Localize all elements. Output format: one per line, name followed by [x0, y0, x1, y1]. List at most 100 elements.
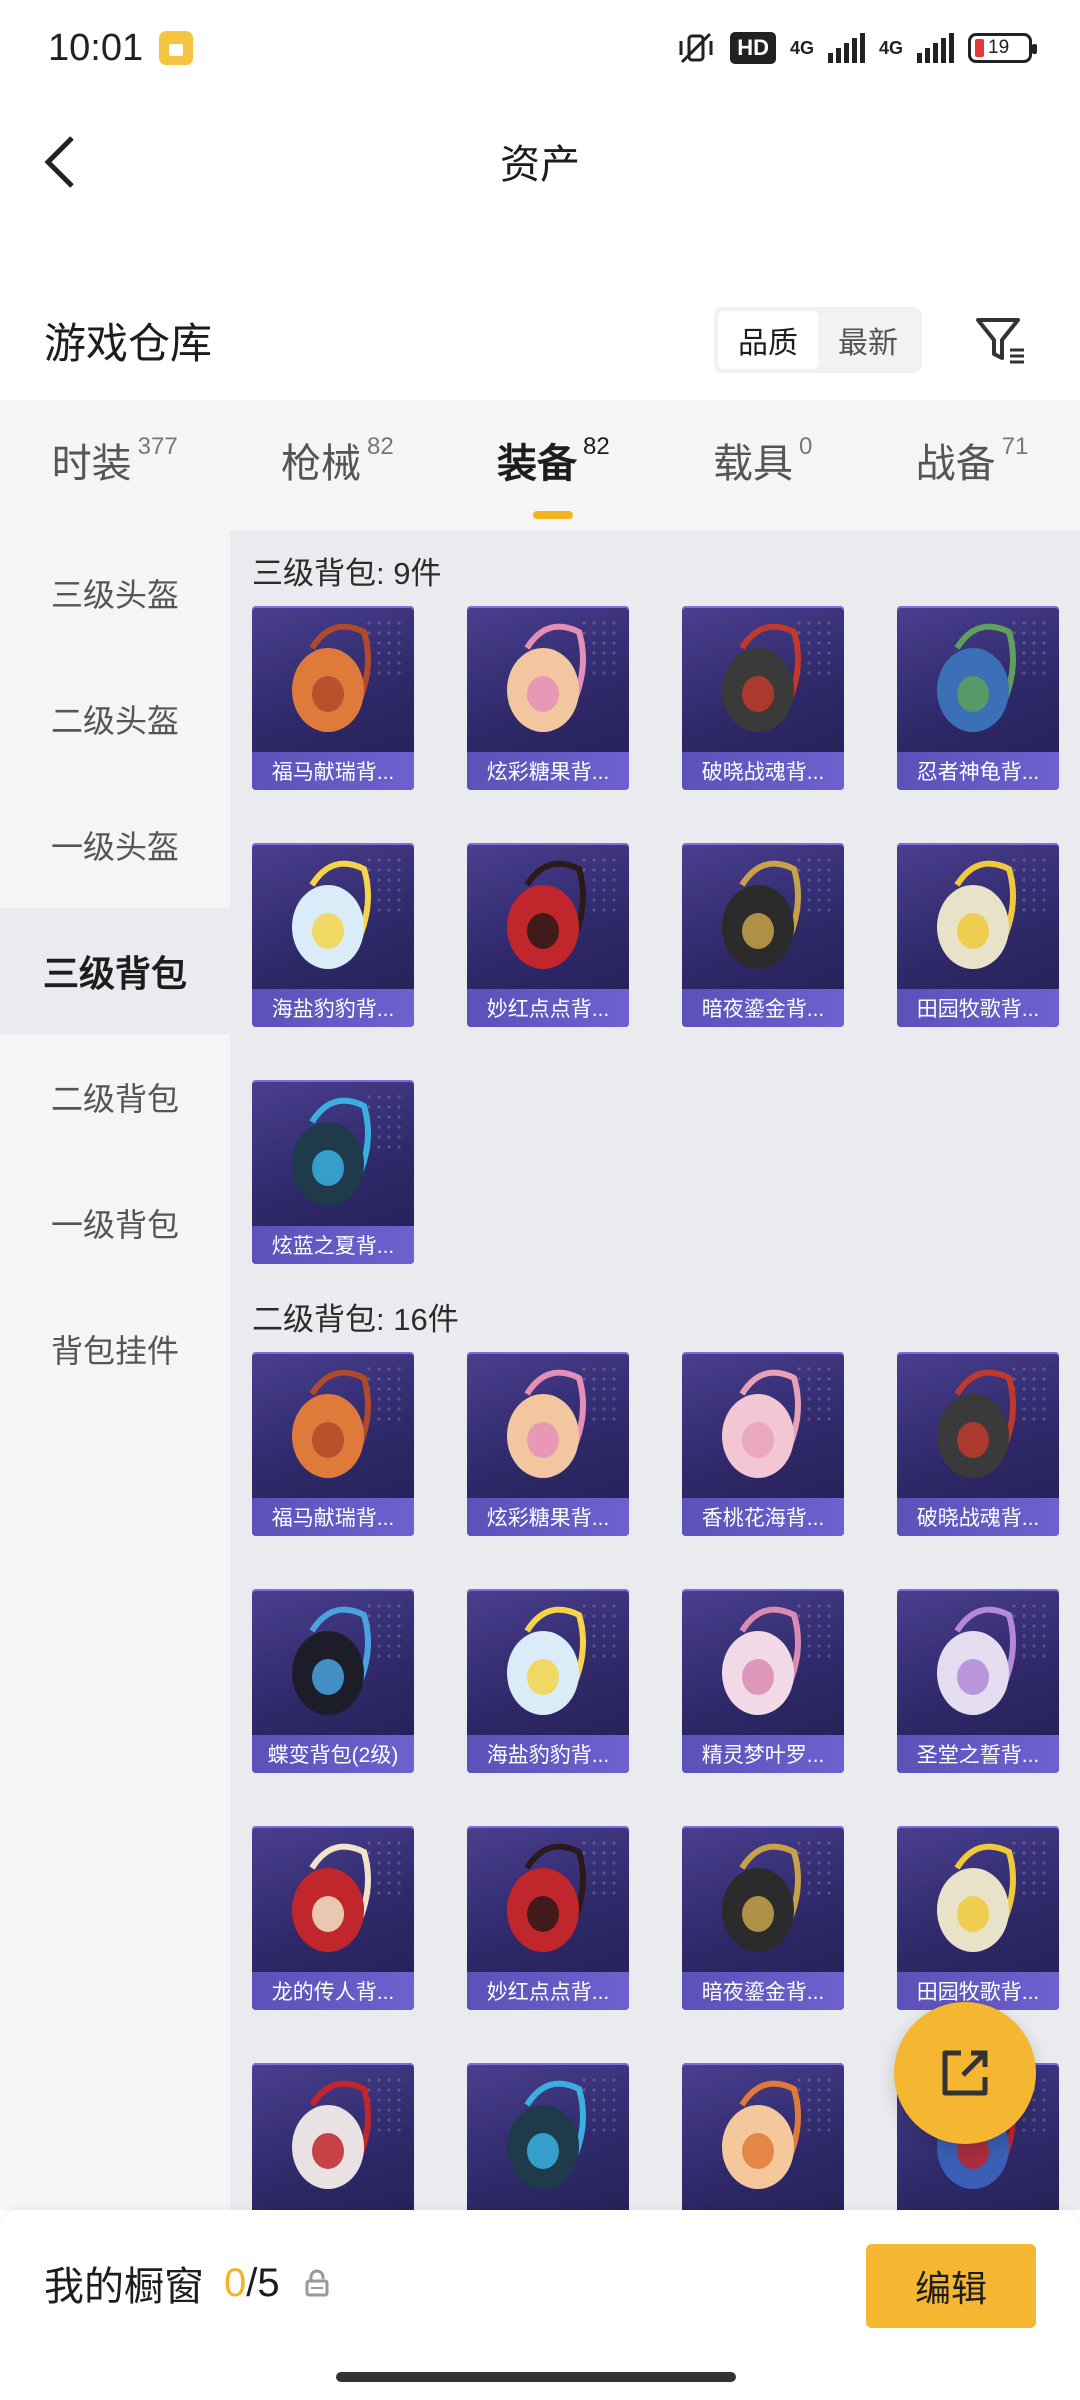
- item-name: 妙红点点背...: [467, 989, 629, 1027]
- item-name: 海盐豹豹背...: [252, 989, 414, 1027]
- armor-backpack-icon: [722, 623, 801, 732]
- battery-icon: 19: [968, 33, 1037, 63]
- item-card[interactable]: 暗夜鎏金背...: [682, 1826, 844, 2010]
- item-list[interactable]: 三级背包: 9件 福马献瑞背... 炫彩糖果背... 破晓战魂背... 忍者神龟背...…: [230, 530, 1080, 2210]
- item-name: 破晓战魂背...: [897, 1498, 1059, 1536]
- item-card[interactable]: 破晓战魂背...: [682, 606, 844, 790]
- item-name: 香桃花海背...: [682, 1498, 844, 1536]
- page-title: 资产: [500, 143, 580, 187]
- pink-backpack-icon: [722, 1369, 801, 1478]
- item-name: 龙的传人背...: [252, 1972, 414, 2010]
- item-card[interactable]: 炫彩糖果背...: [467, 1352, 629, 1536]
- active-tab-indicator: [533, 511, 574, 519]
- sort-toggle: 品质 最新: [714, 307, 922, 373]
- donut-backpack-icon: [507, 623, 586, 732]
- tab-label: 时装: [51, 442, 132, 486]
- showcase-count: 0: [224, 2260, 247, 2305]
- item-card[interactable]: 妙红点点背...: [467, 843, 629, 1027]
- home-indicator[interactable]: [336, 2372, 736, 2382]
- blue-backpack-icon: [507, 2080, 586, 2189]
- item-name: 蝶变背包(2级): [252, 1735, 414, 1773]
- item-card[interactable]: 圣堂之誓背...: [897, 1589, 1059, 1773]
- section-title: 二级背包: 16件: [252, 1302, 459, 1337]
- network-type-1: 4G: [789, 37, 814, 58]
- dark-gold-backpack-icon: [722, 1843, 801, 1952]
- item-card[interactable]: 暗夜鎏金背...: [682, 843, 844, 1027]
- signal-2-icon: [917, 33, 954, 63]
- battery-level: [975, 39, 984, 57]
- item-card[interactable]: 香桃花海背...: [682, 1352, 844, 1536]
- ladybug-backpack-icon: [507, 1843, 586, 1952]
- sidebar-item-level1-helmet[interactable]: 一级头盔: [0, 782, 230, 908]
- sort-newest-option[interactable]: 最新: [818, 311, 918, 369]
- section-title: 三级背包: 9件: [252, 556, 442, 591]
- status-time: 10:01: [48, 26, 144, 69]
- tab-vehicles[interactable]: 载具 0: [713, 431, 812, 499]
- item-card[interactable]: 龙的传人背...: [252, 1826, 414, 2010]
- item-name: 炫彩糖果背...: [467, 752, 629, 790]
- sort-quality-option[interactable]: 品质: [718, 311, 818, 369]
- edit-button[interactable]: 编辑: [866, 2244, 1036, 2328]
- orange-round-backpack-icon: [722, 2080, 801, 2189]
- mute-vibrate-icon: [676, 31, 716, 65]
- tab-firearms[interactable]: 枪械 82: [281, 431, 394, 499]
- tab-count: 377: [137, 433, 178, 460]
- red-backpack-icon: [292, 1843, 371, 1952]
- item-name: 田园牧歌背...: [897, 989, 1059, 1027]
- app-lock-icon: [159, 31, 194, 65]
- item-card[interactable]: 田园牧歌背...: [897, 1826, 1059, 2010]
- item-card[interactable]: 海盐豹豹背...: [252, 843, 414, 1027]
- item-name: 福马献瑞背...: [252, 752, 414, 790]
- turtle-backpack-icon: [937, 623, 1016, 732]
- hd-badge: HD: [730, 32, 776, 64]
- network-type-2: 4G: [878, 37, 903, 58]
- tab-label: 载具: [712, 442, 793, 486]
- sidebar-item-level3-helmet[interactable]: 三级头盔: [0, 530, 230, 656]
- sidebar-item-level2-helmet[interactable]: 二级头盔: [0, 656, 230, 782]
- item-card[interactable]: [467, 2063, 629, 2210]
- item-card[interactable]: 忍者神龟背...: [897, 606, 1059, 790]
- sidebar-item-level1-backpack[interactable]: 一级背包: [0, 1160, 230, 1286]
- item-card[interactable]: [682, 2063, 844, 2210]
- tab-label: 战备: [915, 442, 996, 486]
- share-button[interactable]: [894, 2002, 1036, 2144]
- item-name: 精灵梦叶罗...: [682, 1735, 844, 1773]
- item-card[interactable]: 精灵梦叶罗...: [682, 1589, 844, 1773]
- category-tabs: 时装 377 枪械 82 装备 82 载具 0 战备 71: [0, 400, 1080, 530]
- warehouse-row: 游戏仓库 品质 最新: [0, 290, 1080, 390]
- item-card[interactable]: 蝶变背包(2级): [252, 1589, 414, 1773]
- sidebar-item-level3-backpack[interactable]: 三级背包: [0, 908, 230, 1034]
- armor-backpack-icon: [937, 1369, 1016, 1478]
- battery-percent: 19: [988, 37, 1010, 58]
- tab-count: 82: [582, 433, 610, 460]
- item-card[interactable]: 福马献瑞背...: [252, 606, 414, 790]
- butterfly-backpack-icon: [292, 1606, 371, 1715]
- item-grid: 福马献瑞背... 炫彩糖果背... 破晓战魂背... 忍者神龟背... 海盐豹豹背...…: [252, 606, 1080, 1264]
- sidebar-item-backpack-charm[interactable]: 背包挂件: [0, 1286, 230, 1412]
- item-card[interactable]: 炫彩糖果背...: [467, 606, 629, 790]
- item-name: 暗夜鎏金背...: [682, 1972, 844, 2010]
- rabbit-backpack-icon: [292, 1369, 371, 1478]
- tab-gear[interactable]: 战备 71: [916, 431, 1029, 499]
- seal-backpack-icon: [507, 1606, 586, 1715]
- filter-icon: [976, 318, 1024, 364]
- filter-button[interactable]: [970, 310, 1030, 370]
- back-button[interactable]: [36, 132, 96, 192]
- signal-1-icon: [827, 33, 865, 63]
- tab-equipment[interactable]: 装备 82: [497, 431, 610, 519]
- item-card[interactable]: [252, 2063, 414, 2210]
- item-card[interactable]: 福马献瑞背...: [252, 1352, 414, 1536]
- ladybug-backpack-icon: [507, 860, 586, 969]
- tab-fashion[interactable]: 时装 377: [52, 431, 178, 499]
- sidebar-item-level2-backpack[interactable]: 二级背包: [0, 1034, 230, 1160]
- item-card[interactable]: 破晓战魂背...: [897, 1352, 1059, 1536]
- status-bar: 10:01 HD 4G 4G 19: [0, 0, 1080, 96]
- blue-backpack-icon: [292, 1097, 371, 1206]
- showcase-separator: /: [246, 2260, 258, 2305]
- item-card[interactable]: 海盐豹豹背...: [467, 1589, 629, 1773]
- tab-count: 82: [366, 433, 394, 460]
- item-card[interactable]: 田园牧歌背...: [897, 843, 1059, 1027]
- item-card[interactable]: 妙红点点背...: [467, 1826, 629, 2010]
- item-card[interactable]: 炫蓝之夏背...: [252, 1080, 414, 1264]
- dark-gold-backpack-icon: [722, 860, 801, 969]
